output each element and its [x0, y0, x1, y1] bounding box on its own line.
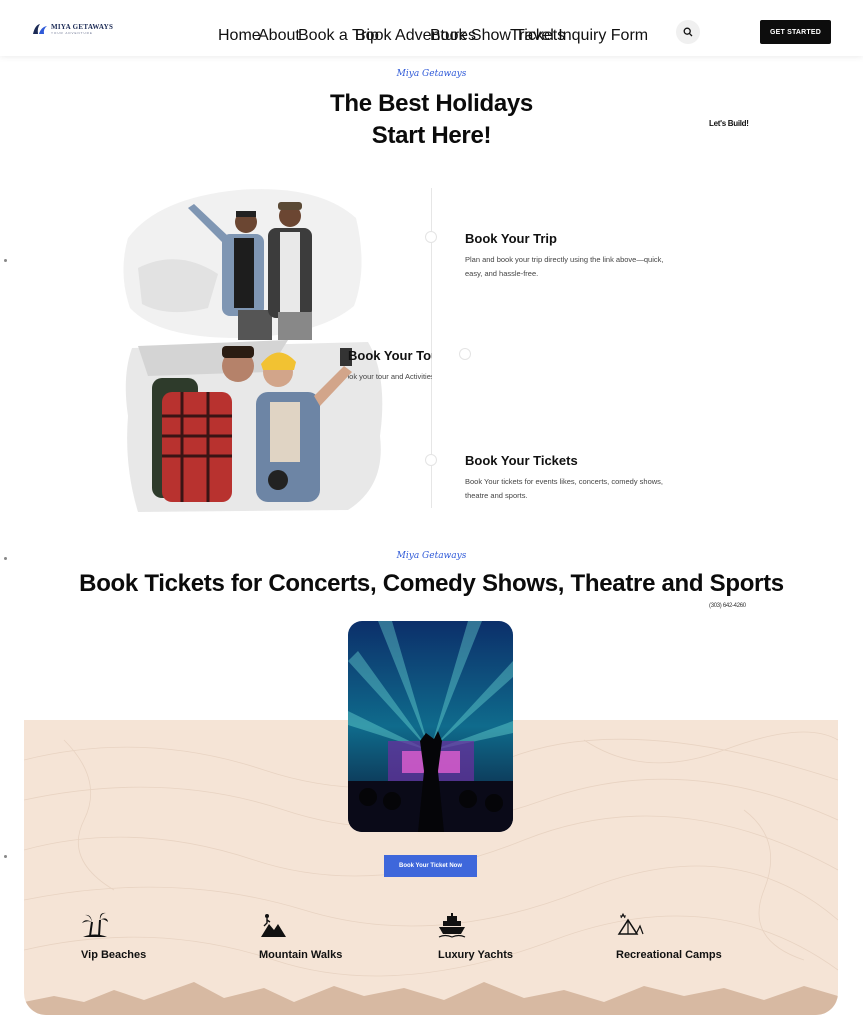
get-started-button[interactable]: GET STARTED	[760, 20, 831, 44]
nav-home[interactable]: Home	[218, 27, 261, 45]
feature-mountain-walks[interactable]: Mountain Walks	[259, 912, 342, 961]
step-title-tour: Book Your Tour	[348, 348, 432, 363]
hero-title: The Best Holidays Start Here!	[0, 88, 863, 152]
feature-luxury-yachts[interactable]: Luxury Yachts	[438, 912, 513, 961]
logo-text: MIYA GETAWAYS	[51, 22, 114, 31]
concert-image	[348, 621, 513, 832]
side-marker	[4, 855, 7, 858]
feature-vip-beaches[interactable]: Vip Beaches	[81, 912, 146, 961]
feature-label: Mountain Walks	[259, 949, 343, 961]
tickets-script-heading: Miya Getaways	[396, 551, 467, 561]
search-button[interactable]	[676, 20, 700, 44]
timeline-dot	[425, 231, 437, 243]
feature-label: Recreational Camps	[616, 949, 722, 961]
logo-subtext: YOUR ADVENTURE	[51, 30, 93, 35]
hero-title-line1: The Best Holidays	[330, 90, 533, 117]
step-title-trip: Book Your Trip	[465, 231, 557, 246]
search-icon	[683, 27, 693, 37]
feature-recreational-camps[interactable]: Recreational Camps	[616, 912, 722, 961]
feature-label: Vip Beaches	[81, 949, 147, 961]
step-title-tickets: Book Your Tickets	[465, 453, 578, 468]
book-ticket-button[interactable]: Book Your Ticket Now	[384, 855, 477, 877]
logo-icon	[33, 24, 47, 34]
timeline-dot	[425, 454, 437, 466]
hero-title-line2: Start Here!	[371, 122, 492, 149]
yacht-icon	[438, 913, 466, 938]
nav-about[interactable]: About	[258, 27, 300, 45]
palm-tree-icon	[82, 912, 108, 937]
tickets-title: Book Tickets for Concerts, Comedy Shows,…	[79, 570, 784, 597]
nav-travel-inquiry-form[interactable]: Travel Inquiry Form	[510, 27, 648, 45]
step-text-tour: Book your tour and Activities	[348, 372, 432, 381]
step-text-tickets: Book Your tickets for events likes, conc…	[465, 477, 664, 500]
timeline-dot	[459, 348, 471, 360]
feature-label: Luxury Yachts	[438, 949, 513, 961]
tent-camp-icon	[617, 912, 644, 935]
mountain-hiker-icon	[261, 914, 286, 937]
step-text-trip: Plan and book your trip directly using t…	[465, 255, 664, 278]
step-tour-clip: Book Your Tour Book your tour and Activi…	[348, 345, 432, 393]
hero-script-heading: Miya Getaways	[396, 69, 467, 79]
site-logo[interactable]: MIYA GETAWAYS YOUR ADVENTURE	[32, 22, 113, 36]
travelers-photo	[118, 178, 368, 340]
site-header: MIYA GETAWAYS YOUR ADVENTURE Home About …	[0, 0, 863, 609]
side-marker	[4, 259, 7, 262]
